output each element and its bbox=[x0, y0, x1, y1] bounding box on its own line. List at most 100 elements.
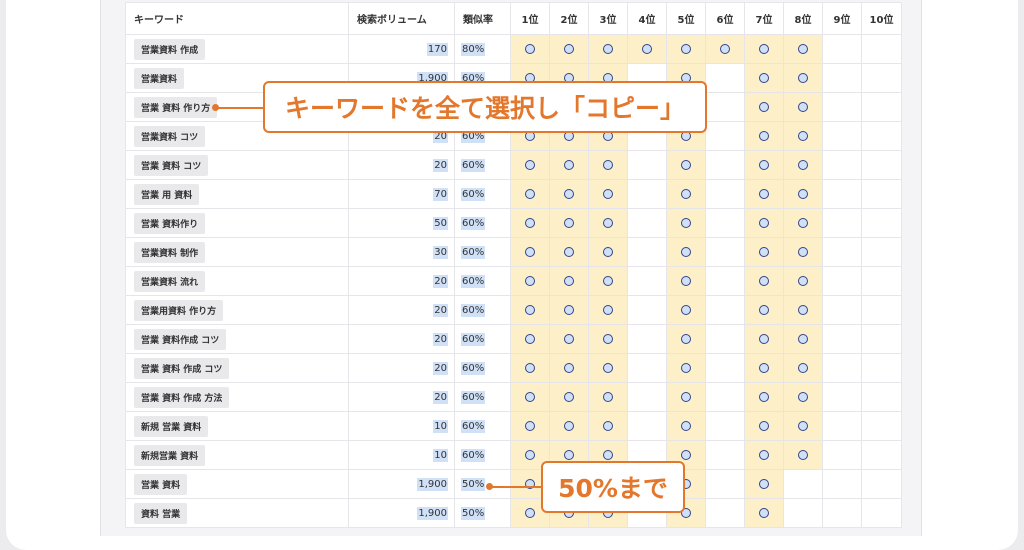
rank-cell-7 bbox=[744, 469, 784, 499]
rank-cell-2 bbox=[549, 34, 589, 64]
rank-cell-5 bbox=[666, 237, 706, 267]
keyword-tag[interactable]: 営業用資料 作り方 bbox=[134, 299, 224, 321]
rank-cell-9 bbox=[822, 498, 862, 528]
table-header-row: キーワード 検索ボリューム 類似率 1位 2位 3位 4位 5位 6位 7位 8位 9位 10位 bbox=[125, 2, 902, 35]
keyword-tag[interactable]: 営業資料 コツ bbox=[134, 125, 206, 147]
keyword-cell[interactable]: 営業 資料 コツ bbox=[125, 150, 349, 180]
rank-circle-icon bbox=[525, 420, 535, 431]
rank-cell-10 bbox=[861, 353, 902, 383]
volume-cell: 10 bbox=[348, 440, 455, 470]
keyword-cell[interactable]: 営業用資料 作り方 bbox=[125, 295, 349, 325]
keyword-tag[interactable]: 営業資料 制作 bbox=[134, 241, 206, 263]
keyword-tag[interactable]: 資料 営業 bbox=[134, 502, 188, 524]
keyword-cell[interactable]: 営業 資料作り bbox=[125, 208, 349, 238]
keyword-tag[interactable]: 営業 資料 コツ bbox=[134, 154, 209, 176]
keyword-cell[interactable]: 営業 資料作成 コツ bbox=[125, 324, 349, 354]
keyword-tag[interactable]: 新規営業 資料 bbox=[134, 444, 206, 466]
similarity-cell: 60% bbox=[454, 295, 511, 325]
rank-cell-8 bbox=[783, 295, 823, 325]
header-rank-9[interactable]: 9位 bbox=[822, 2, 862, 35]
rank-cell-10 bbox=[861, 469, 902, 499]
keyword-cell[interactable]: 資料 営業 bbox=[125, 498, 349, 528]
rank-cell-4 bbox=[627, 237, 667, 267]
volume-cell: 1,900 bbox=[348, 469, 455, 499]
header-rank-3[interactable]: 3位 bbox=[588, 2, 628, 35]
keyword-tag[interactable]: 営業 用 資料 bbox=[134, 183, 200, 205]
volume-value: 1,900 bbox=[417, 506, 448, 520]
keyword-cell[interactable]: 新規 営業 資料 bbox=[125, 411, 349, 441]
header-rank-10[interactable]: 10位 bbox=[861, 2, 902, 35]
keyword-cell[interactable]: 営業 資料 bbox=[125, 469, 349, 499]
rank-cell-8 bbox=[783, 498, 823, 528]
header-rank-5[interactable]: 5位 bbox=[666, 2, 706, 35]
keyword-tag[interactable]: 営業資料 作成 bbox=[134, 38, 206, 60]
rank-cell-6 bbox=[705, 179, 745, 209]
keyword-cell[interactable]: 営業資料 制作 bbox=[125, 237, 349, 267]
similarity-value: 50% bbox=[461, 506, 486, 520]
rank-circle-icon bbox=[603, 217, 613, 228]
rank-cell-7 bbox=[744, 121, 784, 151]
rank-cell-6 bbox=[705, 34, 745, 64]
rank-circle-icon bbox=[525, 275, 535, 286]
similarity-value: 80% bbox=[461, 42, 486, 56]
rank-cell-3 bbox=[588, 295, 628, 325]
header-volume[interactable]: 検索ボリューム bbox=[348, 2, 455, 35]
rank-circle-icon bbox=[603, 362, 613, 373]
keyword-cell[interactable]: 営業 用 資料 bbox=[125, 179, 349, 209]
rank-circle-icon bbox=[759, 188, 769, 199]
similarity-value: 60% bbox=[461, 274, 486, 288]
rank-circle-icon bbox=[603, 449, 613, 460]
keyword-tag[interactable]: 営業資料 流れ bbox=[134, 270, 206, 292]
header-rank-7[interactable]: 7位 bbox=[744, 2, 784, 35]
rank-circle-icon bbox=[798, 72, 808, 83]
keyword-cell[interactable]: 新規営業 資料 bbox=[125, 440, 349, 470]
rank-cell-4 bbox=[627, 34, 667, 64]
header-rank-4[interactable]: 4位 bbox=[627, 2, 667, 35]
keyword-tag[interactable]: 営業 資料 作り方 bbox=[134, 96, 218, 118]
header-similarity[interactable]: 類似率 bbox=[454, 2, 511, 35]
keyword-cell[interactable]: 営業資料 作成 bbox=[125, 34, 349, 64]
rank-cell-1 bbox=[510, 150, 550, 180]
similarity-cell: 80% bbox=[454, 34, 511, 64]
rank-cell-3 bbox=[588, 237, 628, 267]
keyword-tag[interactable]: 新規 営業 資料 bbox=[134, 415, 209, 437]
header-rank-8[interactable]: 8位 bbox=[783, 2, 823, 35]
keyword-tag[interactable]: 営業 資料 作成 コツ bbox=[134, 357, 230, 379]
rank-circle-icon bbox=[525, 449, 535, 460]
similarity-value: 60% bbox=[461, 216, 486, 230]
keyword-cell[interactable]: 営業 資料 作成 コツ bbox=[125, 353, 349, 383]
keyword-tag[interactable]: 営業資料 bbox=[134, 67, 185, 89]
rank-cell-3 bbox=[588, 382, 628, 412]
keyword-tag[interactable]: 営業 資料 作成 方法 bbox=[134, 386, 230, 408]
rank-circle-icon bbox=[759, 478, 769, 489]
rank-cell-1 bbox=[510, 237, 550, 267]
rank-cell-1 bbox=[510, 179, 550, 209]
rank-cell-10 bbox=[861, 150, 902, 180]
rank-cell-5 bbox=[666, 295, 706, 325]
similarity-cell: 60% bbox=[454, 266, 511, 296]
rank-cell-7 bbox=[744, 295, 784, 325]
volume-value: 10 bbox=[433, 448, 448, 462]
keyword-tag[interactable]: 営業 資料作り bbox=[134, 212, 206, 234]
rank-circle-icon bbox=[681, 43, 691, 54]
keyword-cell[interactable]: 営業資料 流れ bbox=[125, 266, 349, 296]
rank-circle-icon bbox=[720, 43, 730, 54]
header-rank-6[interactable]: 6位 bbox=[705, 2, 745, 35]
rank-circle-icon bbox=[798, 391, 808, 402]
keyword-tag[interactable]: 営業 資料 bbox=[134, 473, 188, 495]
rank-circle-icon bbox=[603, 275, 613, 286]
header-keyword[interactable]: キーワード bbox=[125, 2, 349, 35]
header-rank-1[interactable]: 1位 bbox=[510, 2, 550, 35]
rank-cell-6 bbox=[705, 353, 745, 383]
keyword-tag[interactable]: 営業 資料作成 コツ bbox=[134, 328, 227, 350]
rank-circle-icon bbox=[564, 275, 574, 286]
similarity-cell: 60% bbox=[454, 208, 511, 238]
rank-circle-icon bbox=[564, 43, 574, 54]
rank-circle-icon bbox=[564, 333, 574, 344]
rank-cell-4 bbox=[627, 324, 667, 354]
rank-cell-10 bbox=[861, 63, 902, 93]
header-rank-2[interactable]: 2位 bbox=[549, 2, 589, 35]
volume-value: 20 bbox=[433, 158, 448, 172]
rank-circle-icon bbox=[681, 391, 691, 402]
keyword-cell[interactable]: 営業 資料 作成 方法 bbox=[125, 382, 349, 412]
